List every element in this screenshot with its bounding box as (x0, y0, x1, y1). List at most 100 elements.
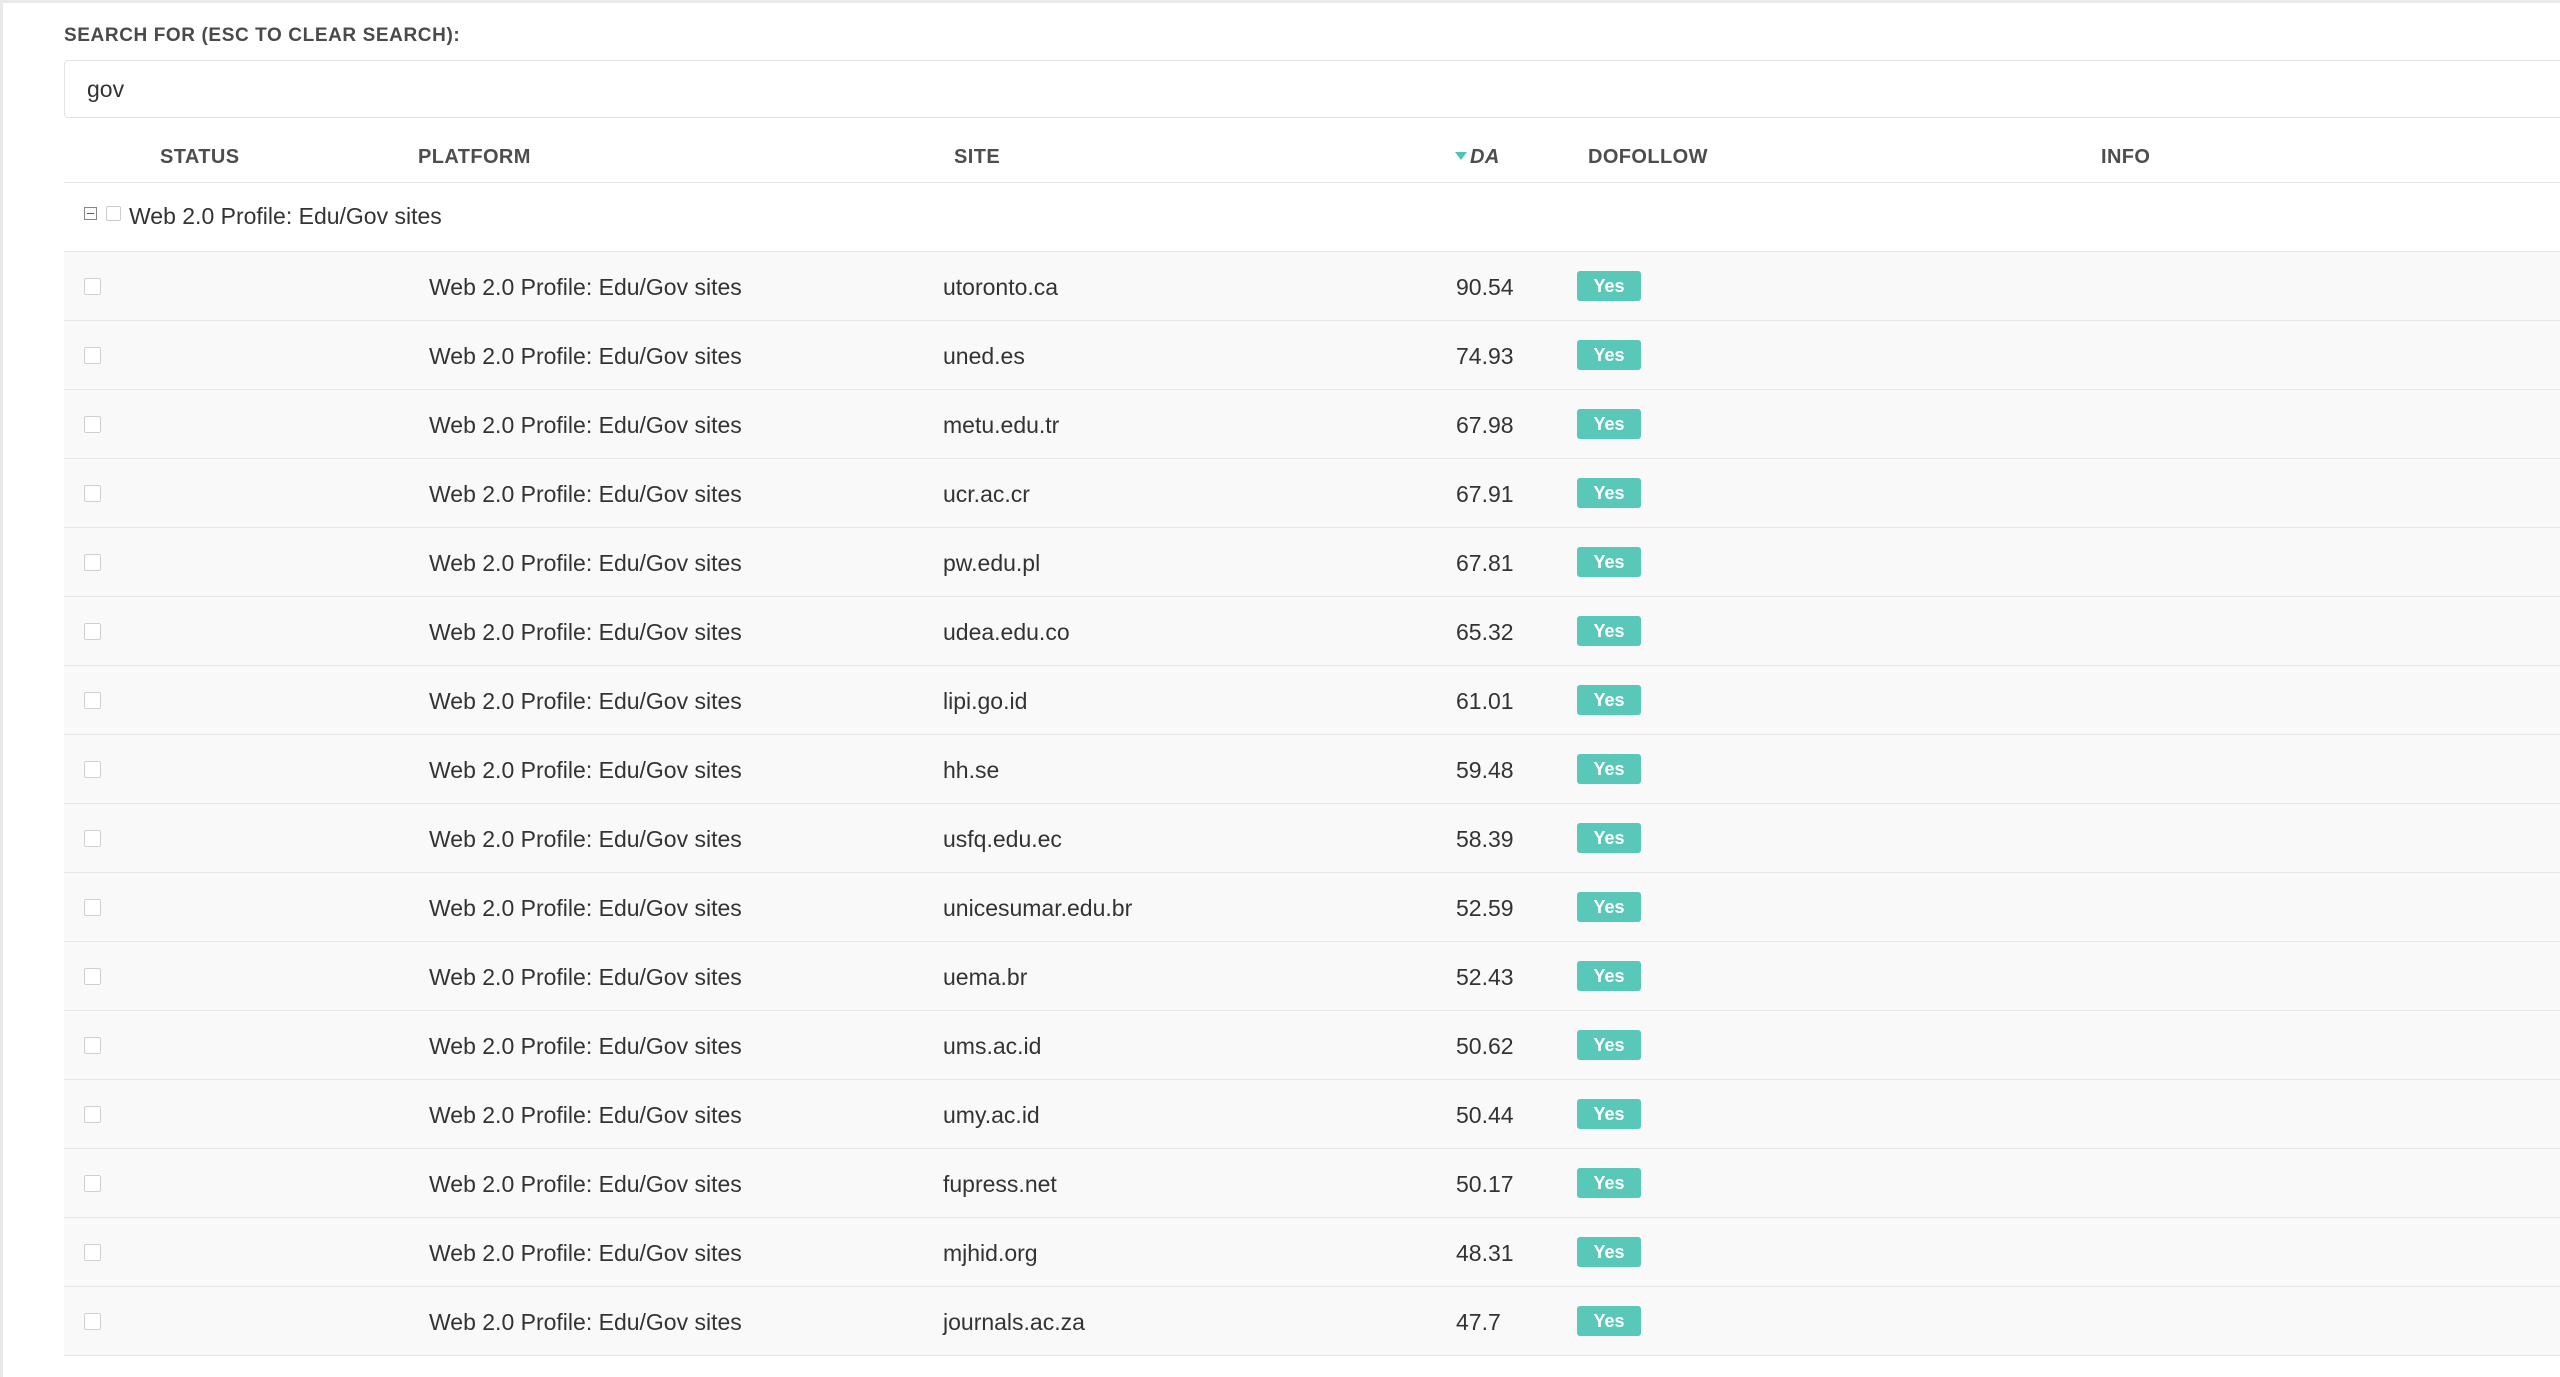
row-checkbox[interactable] (84, 1244, 101, 1261)
collapse-icon[interactable] (84, 207, 97, 220)
dofollow-badge: Yes (1577, 340, 1641, 370)
row-site: lipi.go.id (943, 688, 1028, 714)
dofollow-badge: Yes (1577, 1030, 1641, 1060)
row-checkbox[interactable] (84, 1037, 101, 1054)
row-platform: Web 2.0 Profile: Edu/Gov sites (429, 619, 742, 645)
row-da: 47.7 (1456, 1309, 1501, 1335)
dofollow-badge: Yes (1577, 754, 1641, 784)
row-checkbox[interactable] (84, 1106, 101, 1123)
table-row[interactable]: Web 2.0 Profile: Edu/Gov sites fupress.ne… (64, 1149, 2560, 1218)
group-checkbox[interactable] (106, 206, 121, 221)
dofollow-badge: Yes (1577, 892, 1641, 922)
row-platform: Web 2.0 Profile: Edu/Gov sites (429, 826, 742, 852)
column-header-da-label: DA (1470, 146, 1500, 168)
table-row[interactable]: Web 2.0 Profile: Edu/Gov sites lipi.go.id… (64, 666, 2560, 735)
row-da: 48.31 (1456, 1240, 1514, 1266)
dofollow-badge: Yes (1577, 1099, 1641, 1129)
dofollow-badge: Yes (1577, 271, 1641, 301)
row-checkbox[interactable] (84, 347, 101, 364)
row-site: fupress.net (943, 1171, 1057, 1197)
row-platform: Web 2.0 Profile: Edu/Gov sites (429, 1171, 742, 1197)
dofollow-badge: Yes (1577, 823, 1641, 853)
row-platform: Web 2.0 Profile: Edu/Gov sites (429, 1033, 742, 1059)
row-platform: Web 2.0 Profile: Edu/Gov sites (429, 1102, 742, 1128)
table-row[interactable]: Web 2.0 Profile: Edu/Gov sites metu.edu.t… (64, 390, 2560, 459)
row-site: utoronto.ca (943, 274, 1059, 300)
sort-desc-icon (1455, 151, 1467, 160)
row-site: ucr.ac.cr (943, 481, 1030, 507)
table-row[interactable]: Web 2.0 Profile: Edu/Gov sites unicesumar… (64, 873, 2560, 942)
row-da: 90.54 (1456, 274, 1514, 300)
table-row[interactable]: Web 2.0 Profile: Edu/Gov sites journals.a… (64, 1287, 2560, 1356)
dofollow-badge: Yes (1577, 616, 1641, 646)
row-checkbox[interactable] (84, 968, 101, 985)
table-row[interactable]: Web 2.0 Profile: Edu/Gov sites ums.ac.id 5… (64, 1011, 2560, 1080)
row-da: 50.44 (1456, 1102, 1514, 1128)
rows-container: Web 2.0 Profile: Edu/Gov sites utoronto.c… (64, 252, 2560, 1356)
column-header-platform[interactable]: PLATFORM (418, 146, 531, 169)
row-da: 52.59 (1456, 895, 1514, 921)
row-da: 50.17 (1456, 1171, 1514, 1197)
dofollow-badge: Yes (1577, 1306, 1641, 1336)
search-label: SEARCH FOR (ESC TO CLEAR SEARCH): (64, 25, 461, 46)
table-row[interactable]: Web 2.0 Profile: Edu/Gov sites pw.edu.pl 6… (64, 528, 2560, 597)
row-da: 52.43 (1456, 964, 1514, 990)
row-platform: Web 2.0 Profile: Edu/Gov sites (429, 964, 742, 990)
dofollow-badge: Yes (1577, 547, 1641, 577)
row-platform: Web 2.0 Profile: Edu/Gov sites (429, 688, 742, 714)
column-header-site[interactable]: SITE (954, 146, 1000, 169)
row-checkbox[interactable] (84, 899, 101, 916)
column-header-info[interactable]: INFO (2101, 146, 2150, 169)
row-da: 65.32 (1456, 619, 1514, 645)
row-da: 67.98 (1456, 412, 1514, 438)
table-row[interactable]: Web 2.0 Profile: Edu/Gov sites utoronto.c… (64, 252, 2560, 321)
row-checkbox[interactable] (84, 554, 101, 571)
page: SEARCH FOR (ESC TO CLEAR SEARCH): STATUS… (0, 0, 2560, 1377)
row-platform: Web 2.0 Profile: Edu/Gov sites (429, 343, 742, 369)
row-checkbox[interactable] (84, 830, 101, 847)
row-checkbox[interactable] (84, 1175, 101, 1192)
table-row[interactable]: Web 2.0 Profile: Edu/Gov sites ucr.ac.cr 6… (64, 459, 2560, 528)
search-input[interactable] (64, 60, 2560, 118)
table-row[interactable]: Web 2.0 Profile: Edu/Gov sites uned.es 74.… (64, 321, 2560, 390)
row-da: 67.91 (1456, 481, 1514, 507)
table-row[interactable]: Web 2.0 Profile: Edu/Gov sites udea.edu.c… (64, 597, 2560, 666)
row-site: hh.se (943, 757, 1000, 783)
group-row[interactable]: Web 2.0 Profile: Edu/Gov sites (64, 183, 2560, 252)
table-row[interactable]: Web 2.0 Profile: Edu/Gov sites mjhid.org 4… (64, 1218, 2560, 1287)
row-platform: Web 2.0 Profile: Edu/Gov sites (429, 895, 742, 921)
table-row[interactable]: Web 2.0 Profile: Edu/Gov sites usfq.edu.e… (64, 804, 2560, 873)
row-platform: Web 2.0 Profile: Edu/Gov sites (429, 481, 742, 507)
row-site: ums.ac.id (943, 1033, 1042, 1059)
row-checkbox[interactable] (84, 485, 101, 502)
row-checkbox[interactable] (84, 278, 101, 295)
row-checkbox[interactable] (84, 761, 101, 778)
row-platform: Web 2.0 Profile: Edu/Gov sites (429, 1309, 742, 1335)
row-site: uema.br (943, 964, 1028, 990)
row-site: uned.es (943, 343, 1025, 369)
row-da: 61.01 (1456, 688, 1514, 714)
row-da: 58.39 (1456, 826, 1514, 852)
row-site: usfq.edu.ec (943, 826, 1062, 852)
column-header-da[interactable]: DA (1455, 146, 1500, 169)
row-platform: Web 2.0 Profile: Edu/Gov sites (429, 274, 742, 300)
table-row[interactable]: Web 2.0 Profile: Edu/Gov sites hh.se 59.48… (64, 735, 2560, 804)
column-header-status[interactable]: STATUS (160, 146, 239, 169)
table-row[interactable]: Web 2.0 Profile: Edu/Gov sites uema.br 52.… (64, 942, 2560, 1011)
row-checkbox[interactable] (84, 623, 101, 640)
results-grid: STATUS PLATFORM SITE DA DOFOLLOW INFO We… (64, 131, 2560, 1356)
row-platform: Web 2.0 Profile: Edu/Gov sites (429, 412, 742, 438)
dofollow-badge: Yes (1577, 409, 1641, 439)
row-checkbox[interactable] (84, 416, 101, 433)
row-platform: Web 2.0 Profile: Edu/Gov sites (429, 757, 742, 783)
dofollow-badge: Yes (1577, 1168, 1641, 1198)
row-da: 59.48 (1456, 757, 1514, 783)
dofollow-badge: Yes (1577, 961, 1641, 991)
table-row[interactable]: Web 2.0 Profile: Edu/Gov sites umy.ac.id 5… (64, 1080, 2560, 1149)
row-site: unicesumar.edu.br (943, 895, 1133, 921)
row-checkbox[interactable] (84, 692, 101, 709)
row-platform: Web 2.0 Profile: Edu/Gov sites (429, 550, 742, 576)
column-header-dofollow[interactable]: DOFOLLOW (1588, 146, 1708, 169)
grid-header: STATUS PLATFORM SITE DA DOFOLLOW INFO (64, 131, 2560, 183)
row-checkbox[interactable] (84, 1313, 101, 1330)
